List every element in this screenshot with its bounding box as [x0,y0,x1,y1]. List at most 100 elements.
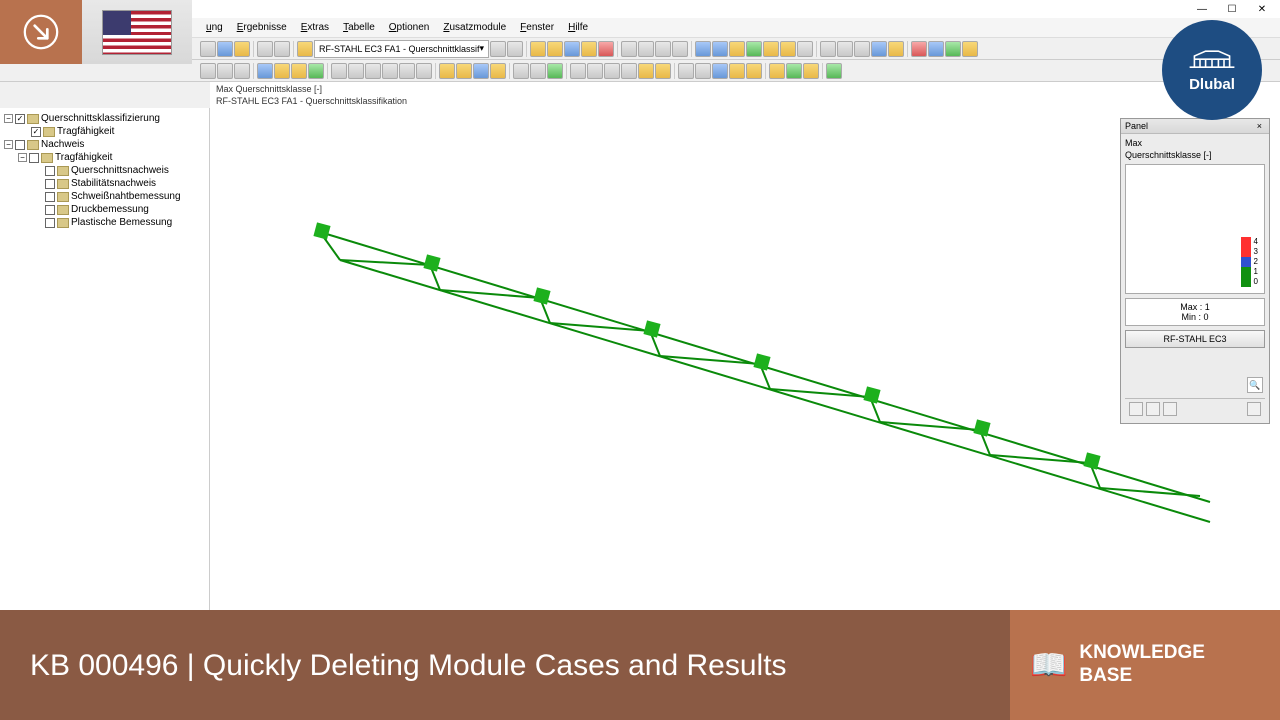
tool-icon[interactable] [399,63,415,79]
tool-icon[interactable] [257,41,273,57]
tree-toggle-icon[interactable]: − [18,153,27,162]
menu-item[interactable]: Extras [295,20,335,35]
tool-icon[interactable] [837,41,853,57]
tool-icon[interactable] [473,63,489,79]
tree-item[interactable]: −Tragfähigkeit [2,151,207,164]
checkbox[interactable] [29,153,39,163]
tool-icon[interactable] [564,41,580,57]
tool-icon[interactable] [416,63,432,79]
tool-icon[interactable] [200,63,216,79]
menu-item[interactable]: Fenster [514,20,560,35]
tool-icon[interactable] [695,63,711,79]
tree-item[interactable]: −Nachweis [2,138,207,151]
tool-icon[interactable] [797,41,813,57]
checkbox[interactable] [45,205,55,215]
tool-icon[interactable] [587,63,603,79]
tool-icon[interactable] [826,63,842,79]
tool-icon[interactable] [297,41,313,57]
case-selector-dropdown[interactable]: RF-STAHL EC3 FA1 - Querschnittklassif ▾ [314,40,489,58]
tool-icon[interactable] [547,41,563,57]
tool-icon[interactable] [746,41,762,57]
menu-item[interactable]: Zusatzmodule [437,20,512,35]
tree-item[interactable]: −✓Querschnittsklassifizierung [2,112,207,125]
tool-icon[interactable] [439,63,455,79]
module-button[interactable]: RF-STAHL EC3 [1125,330,1265,348]
tool-icon[interactable] [928,41,944,57]
tree-toggle-icon[interactable]: − [4,140,13,149]
tree-toggle-icon[interactable]: − [4,114,13,123]
tool-icon[interactable] [234,41,250,57]
tool-icon[interactable] [530,41,546,57]
tree-item[interactable]: ✓Tragfähigkeit [2,125,207,138]
tool-icon[interactable] [274,63,290,79]
tool-icon[interactable] [655,63,671,79]
tool-icon[interactable] [655,41,671,57]
tool-icon[interactable] [638,41,654,57]
tool-icon[interactable] [712,41,728,57]
tool-icon[interactable] [530,63,546,79]
tool-icon[interactable] [780,41,796,57]
tool-icon[interactable] [331,63,347,79]
checkbox[interactable] [45,166,55,176]
tool-icon[interactable] [786,63,802,79]
tool-icon[interactable] [746,63,762,79]
panel-tab-icon[interactable] [1247,402,1261,416]
tool-icon[interactable] [234,63,250,79]
tool-icon[interactable] [308,63,324,79]
menu-item[interactable]: Ergebnisse [231,20,293,35]
tool-icon[interactable] [621,41,637,57]
tool-icon[interactable] [911,41,927,57]
menu-item[interactable]: Optionen [383,20,436,35]
tree-item[interactable]: Druckbemessung [2,203,207,216]
tool-icon[interactable] [547,63,563,79]
tool-icon[interactable] [729,63,745,79]
menu-item[interactable]: ung [200,20,229,35]
tree-item[interactable]: Stabilitätsnachweis [2,177,207,190]
tool-icon[interactable] [365,63,381,79]
tool-icon[interactable] [763,41,779,57]
tool-icon[interactable] [274,41,290,57]
tool-icon[interactable] [513,63,529,79]
tool-icon[interactable] [769,63,785,79]
tool-icon[interactable] [854,41,870,57]
close-button[interactable]: ✕ [1248,1,1276,17]
tool-icon[interactable] [962,41,978,57]
panel-tab-icon[interactable] [1146,402,1160,416]
checkbox[interactable]: ✓ [15,114,25,124]
tree-item[interactable]: Schweißnahtbemessung [2,190,207,203]
tool-icon[interactable] [257,63,273,79]
panel-titlebar[interactable]: Panel × [1121,119,1269,134]
tool-icon[interactable] [217,63,233,79]
checkbox[interactable] [15,140,25,150]
tool-icon[interactable] [598,41,614,57]
menu-item[interactable]: Hilfe [562,20,594,35]
panel-tab-icon[interactable] [1163,402,1177,416]
tool-icon[interactable] [803,63,819,79]
tool-icon[interactable] [217,41,233,57]
panel-tab-icon[interactable] [1129,402,1143,416]
panel-close-button[interactable]: × [1254,121,1265,131]
tree-item[interactable]: Querschnittsnachweis [2,164,207,177]
maximize-button[interactable]: ☐ [1218,1,1246,17]
tree-item[interactable]: Plastische Bemessung [2,216,207,229]
tool-icon[interactable] [348,63,364,79]
checkbox[interactable] [45,192,55,202]
tool-icon[interactable] [604,63,620,79]
checkbox[interactable]: ✓ [31,127,41,137]
tool-icon[interactable] [581,41,597,57]
checkbox[interactable] [45,218,55,228]
tool-icon[interactable] [200,41,216,57]
tool-icon[interactable] [456,63,472,79]
tool-icon[interactable] [672,41,688,57]
tool-icon[interactable] [291,63,307,79]
tool-icon[interactable] [820,41,836,57]
tool-icon[interactable] [621,63,637,79]
zoom-icon[interactable]: 🔍 [1247,377,1263,393]
menu-item[interactable]: Tabelle [337,20,381,35]
checkbox[interactable] [45,179,55,189]
tool-icon[interactable] [712,63,728,79]
tool-icon[interactable] [888,41,904,57]
tool-icon[interactable] [945,41,961,57]
tool-icon[interactable] [695,41,711,57]
minimize-button[interactable]: — [1188,1,1216,17]
